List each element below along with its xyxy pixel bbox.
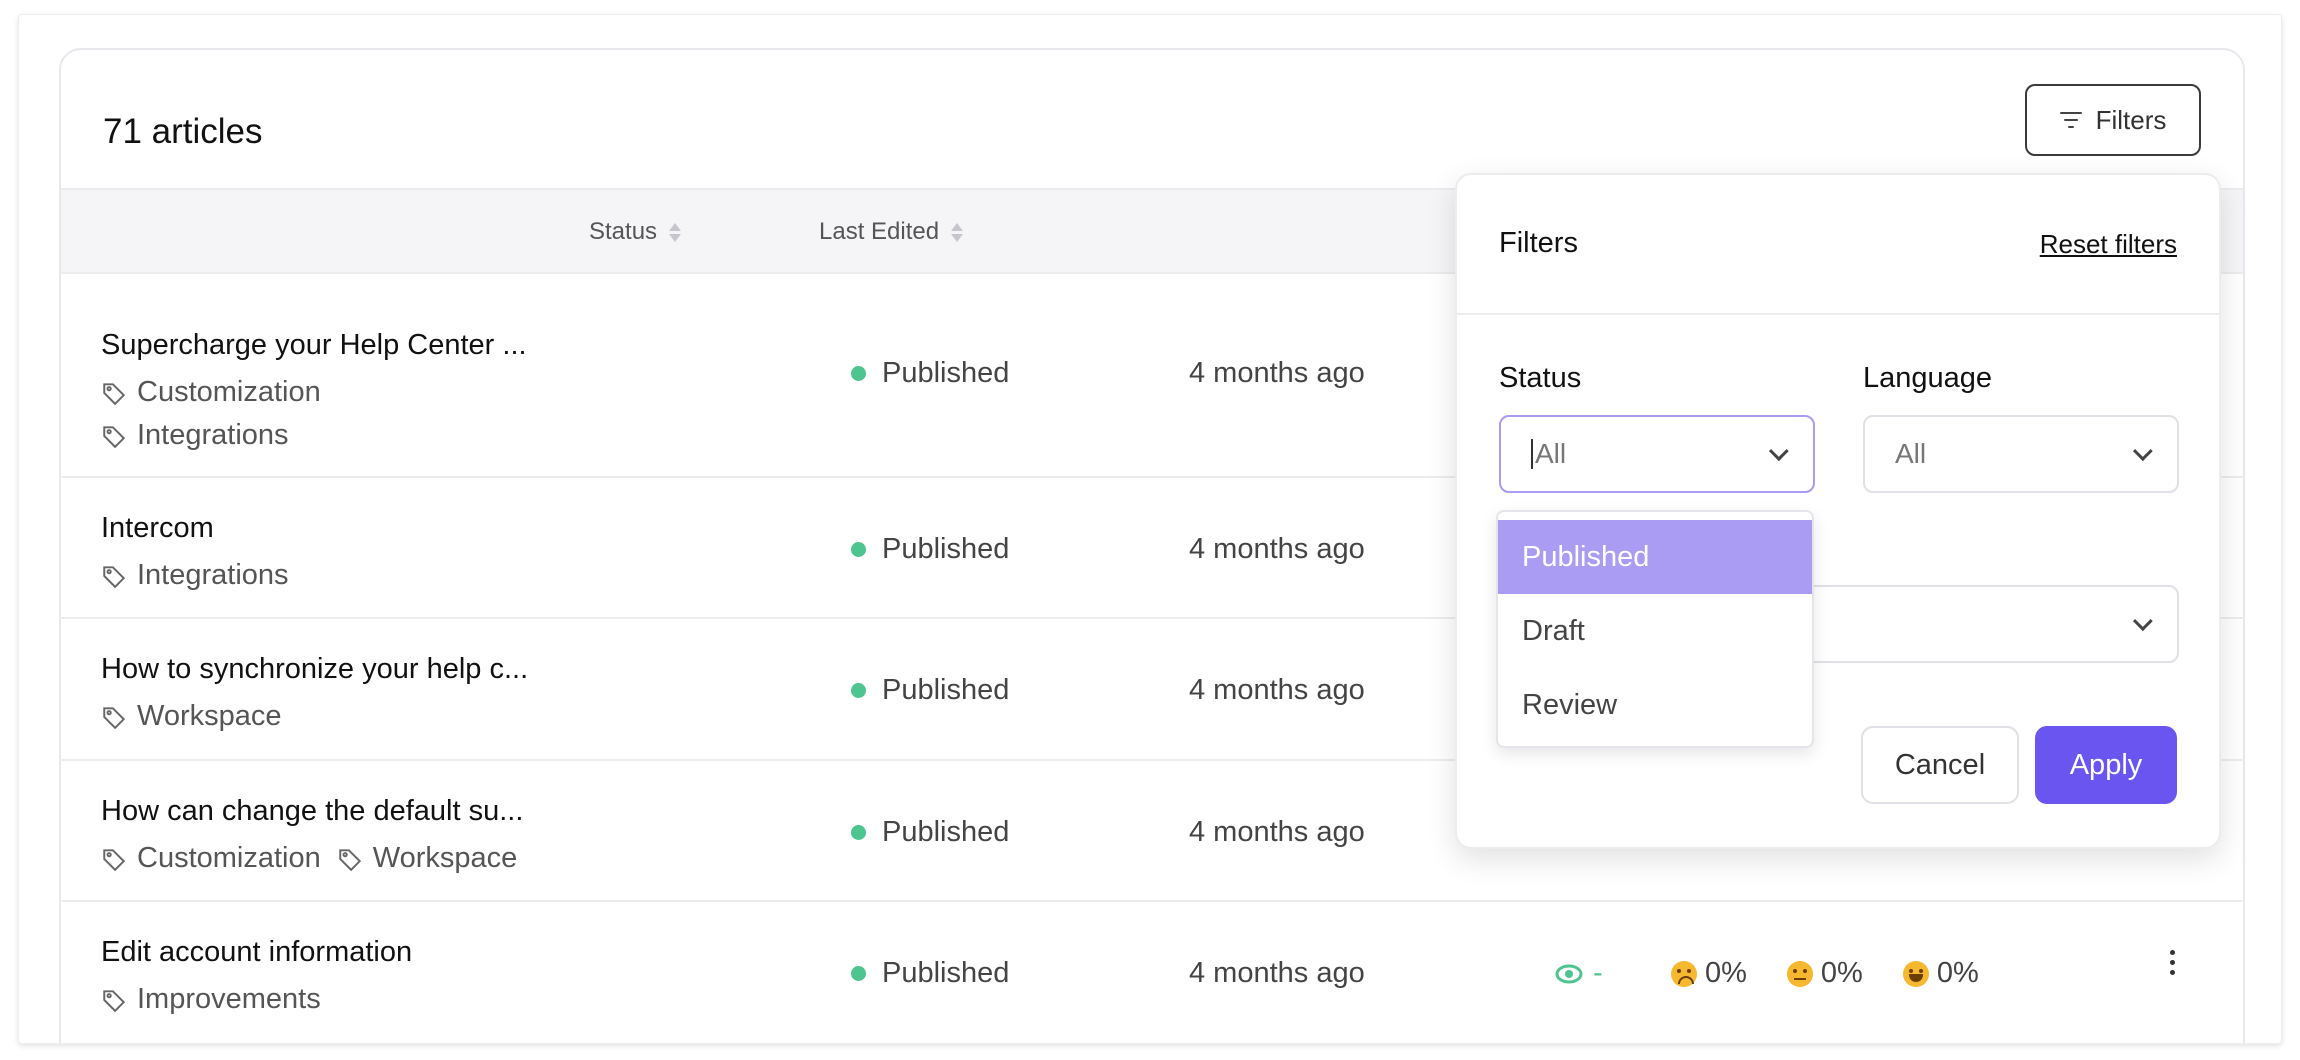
filters-panel-title: Filters [1499,227,1578,259]
eye-icon [1555,964,1583,983]
tag: Customization [101,842,321,875]
status-badge: Published [851,533,1009,566]
status-option-review[interactable]: Review [1498,668,1812,742]
status-badge: Published [851,816,1009,849]
status-badge: Published [851,357,1009,390]
chevron-down-icon [1768,441,1789,462]
article-title[interactable]: Supercharge your Help Center ... [101,329,527,362]
status-option-published[interactable]: Published [1498,520,1812,594]
sort-icon [951,222,964,242]
chevron-down-icon [2132,611,2153,632]
tag-icon [103,425,126,448]
tag: Integrations [101,419,289,452]
divider [1457,313,2219,315]
last-edited: 4 months ago [1189,957,1365,989]
tag: Customization [101,376,321,409]
table-row[interactable]: Edit account information Improvements Pu… [59,902,2245,1043]
status-badge: Published [851,957,1009,990]
chevron-down-icon [2132,441,2153,462]
tag-icon [103,565,126,588]
article-tags: Workspace [101,695,282,738]
reactions: 0% 0% 0% [1671,957,1979,990]
article-title[interactable]: How to synchronize your help c... [101,653,528,686]
tag: Workspace [101,700,282,733]
filters-button-label: Filters [2095,104,2167,135]
views-count: - [1555,957,1603,990]
apply-button[interactable]: Apply [2035,726,2177,804]
language-select[interactable]: All [1863,415,2179,493]
tag-icon [103,382,126,405]
column-header-last-edited[interactable]: Last Edited [819,218,964,246]
article-tags: Integrations [101,554,289,597]
cancel-button[interactable]: Cancel [1861,726,2019,804]
status-select[interactable]: All [1499,415,1815,493]
tag-icon [103,706,126,729]
last-edited: 4 months ago [1189,357,1365,389]
article-tags: Improvements [101,978,321,1021]
status-option-draft[interactable]: Draft [1498,594,1812,668]
tag-icon [339,848,361,871]
sad-emoji-icon [1671,960,1697,987]
article-title[interactable]: How can change the default su... [101,795,523,828]
status-badge: Published [851,674,1009,707]
article-tags: Customization Workspace [101,837,517,880]
language-field-label: Language [1863,362,1993,394]
last-edited: 4 months ago [1189,533,1365,565]
article-title[interactable]: Edit account information [101,936,412,969]
status-dropdown-menu: Published Draft Review [1496,510,1814,748]
more-options-icon[interactable] [2170,950,2175,975]
article-tags: Customization Integrations [101,371,321,457]
tag: Workspace [337,842,517,875]
column-header-status[interactable]: Status [589,218,682,246]
last-edited: 4 months ago [1189,816,1365,848]
tag: Integrations [101,559,289,592]
tag-icon [103,848,126,871]
app-window: 71 articles Filters Status Last Edited S… [18,14,2282,1044]
filters-button[interactable]: Filters [2025,84,2201,156]
status-field-label: Status [1499,362,1582,394]
last-edited: 4 months ago [1189,674,1365,706]
happy-emoji-icon [1902,960,1929,987]
page-title: 71 articles [103,112,263,151]
filter-icon [2059,112,2082,128]
tag-icon [103,989,126,1012]
neutral-emoji-icon [1786,960,1813,987]
reset-filters-link[interactable]: Reset filters [2040,229,2177,260]
article-title[interactable]: Intercom [101,512,214,545]
sort-icon [669,222,682,242]
tag: Improvements [101,983,321,1016]
